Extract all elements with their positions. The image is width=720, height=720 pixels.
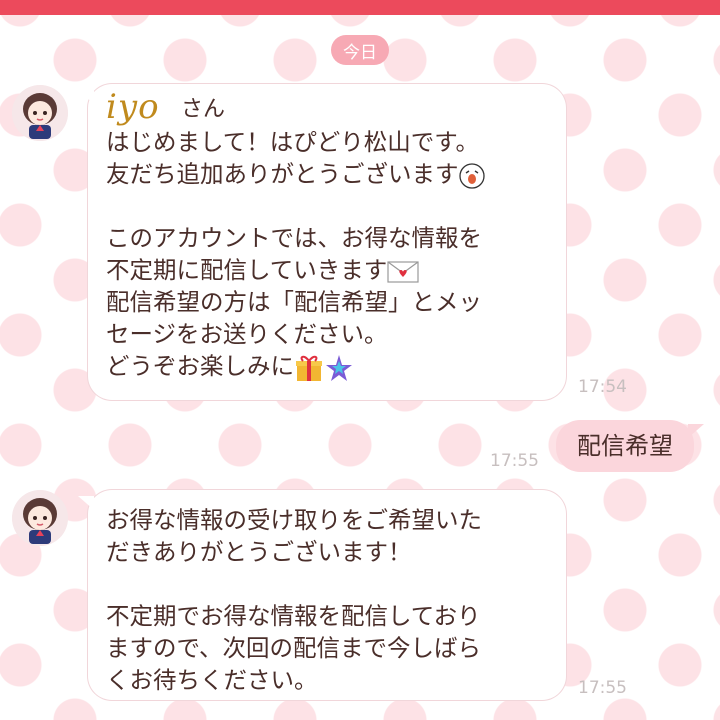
face-emoji-icon xyxy=(458,162,485,189)
message-line: 友だち追加ありがとうございます xyxy=(106,158,566,190)
incoming-message-bubble[interactable]: iyo さん はじめまして！はぴどり松山です。 友だち追加ありがとうございます … xyxy=(78,84,566,400)
sender-avatar[interactable] xyxy=(12,85,68,141)
envelope-heart-icon xyxy=(387,260,419,283)
outgoing-message-bubble[interactable]: 配信希望 xyxy=(556,420,704,472)
message-line: 不定期でお得な情報を配信しており xyxy=(106,602,481,630)
message-line: 不定期に配信していきます xyxy=(106,254,566,286)
character-avatar-icon xyxy=(12,490,68,546)
gift-icon xyxy=(296,355,322,381)
date-separator: 今日 xyxy=(331,35,389,65)
message-timestamp: 17:55 xyxy=(490,451,539,471)
message-text: どうぞお楽しみに xyxy=(106,352,294,380)
message-line: このアカウントでは、お得な情報を xyxy=(106,224,482,252)
message-line: はじめまして！はぴどり松山です。 xyxy=(106,128,479,156)
app-top-bar xyxy=(0,0,720,15)
message-line: 配信希望の方は「配信希望」とメッ xyxy=(106,288,482,316)
message-line: くお待ちください。 xyxy=(106,666,318,694)
message-line: お得な情報の受け取りをご希望いた xyxy=(106,506,482,534)
message-line: ますので、次回の配信まで今しばら xyxy=(106,634,482,662)
message-line: セージをお送りください。 xyxy=(106,320,388,348)
message-text: 不定期に配信していきます xyxy=(106,256,388,284)
incoming-message-bubble[interactable]: お得な情報の受け取りをご希望いた だきありがとうございます！ 不定期でお得な情報… xyxy=(78,490,566,700)
sparkle-star-icon xyxy=(326,354,352,381)
message-line: だきありがとうございます！ xyxy=(106,538,412,566)
recipient-name: iyo xyxy=(106,87,160,127)
sender-avatar[interactable] xyxy=(12,490,68,546)
name-suffix: さん xyxy=(181,97,226,122)
message-line: どうぞお楽しみに xyxy=(106,350,566,383)
message-text: 友だち追加ありがとうございます xyxy=(106,160,459,188)
message-timestamp: 17:54 xyxy=(578,377,627,397)
character-avatar-icon xyxy=(12,85,68,141)
message-timestamp: 17:55 xyxy=(578,678,627,698)
